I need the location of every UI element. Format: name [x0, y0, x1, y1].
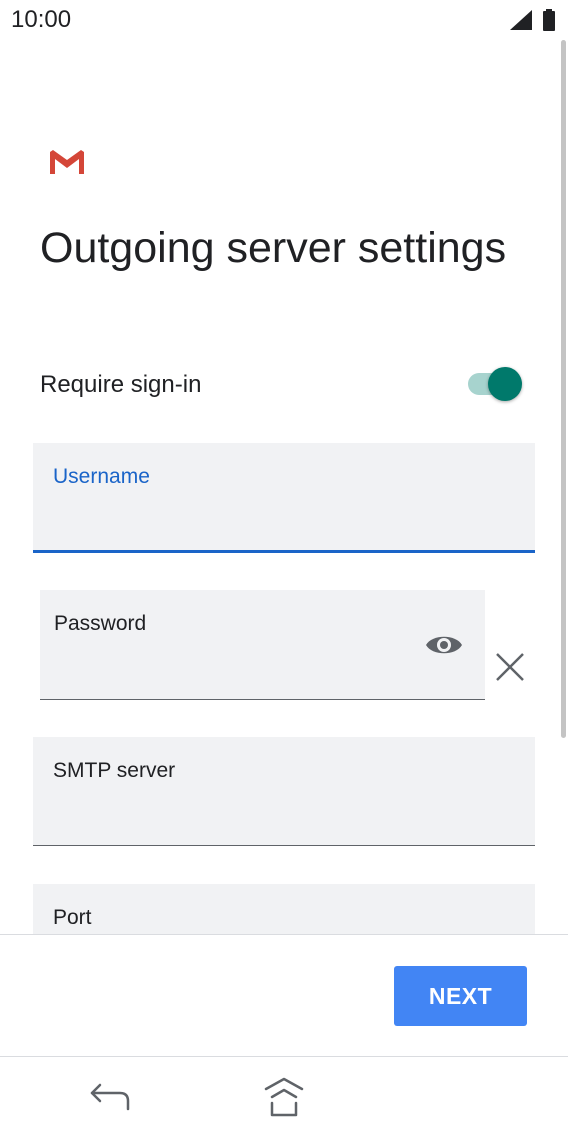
- require-sign-in-label: Require sign-in: [40, 371, 202, 398]
- next-button[interactable]: NEXT: [394, 966, 527, 1026]
- scrollbar[interactable]: [561, 40, 566, 738]
- back-icon[interactable]: [88, 1079, 132, 1115]
- password-field[interactable]: Password: [40, 590, 485, 700]
- clear-icon[interactable]: [494, 651, 526, 683]
- footer: NEXT: [0, 934, 568, 1056]
- toggle-thumb: [488, 367, 522, 401]
- username-label: Username: [53, 465, 150, 488]
- battery-icon: [543, 9, 555, 31]
- smtp-server-field[interactable]: SMTP server: [33, 737, 535, 846]
- signal-icon: [510, 10, 532, 30]
- status-bar: 10:00: [0, 0, 568, 44]
- smtp-server-label: SMTP server: [53, 759, 176, 782]
- port-label: Port: [53, 906, 92, 929]
- page-title: Outgoing server settings: [40, 224, 507, 272]
- password-label: Password: [54, 612, 147, 635]
- nav-bar: [0, 1056, 568, 1136]
- gmail-icon: [50, 150, 84, 174]
- require-sign-in-toggle[interactable]: [466, 366, 524, 402]
- home-icon[interactable]: [260, 1075, 308, 1119]
- username-field[interactable]: Username: [33, 443, 535, 553]
- eye-icon[interactable]: [424, 630, 464, 660]
- status-time: 10:00: [11, 6, 72, 33]
